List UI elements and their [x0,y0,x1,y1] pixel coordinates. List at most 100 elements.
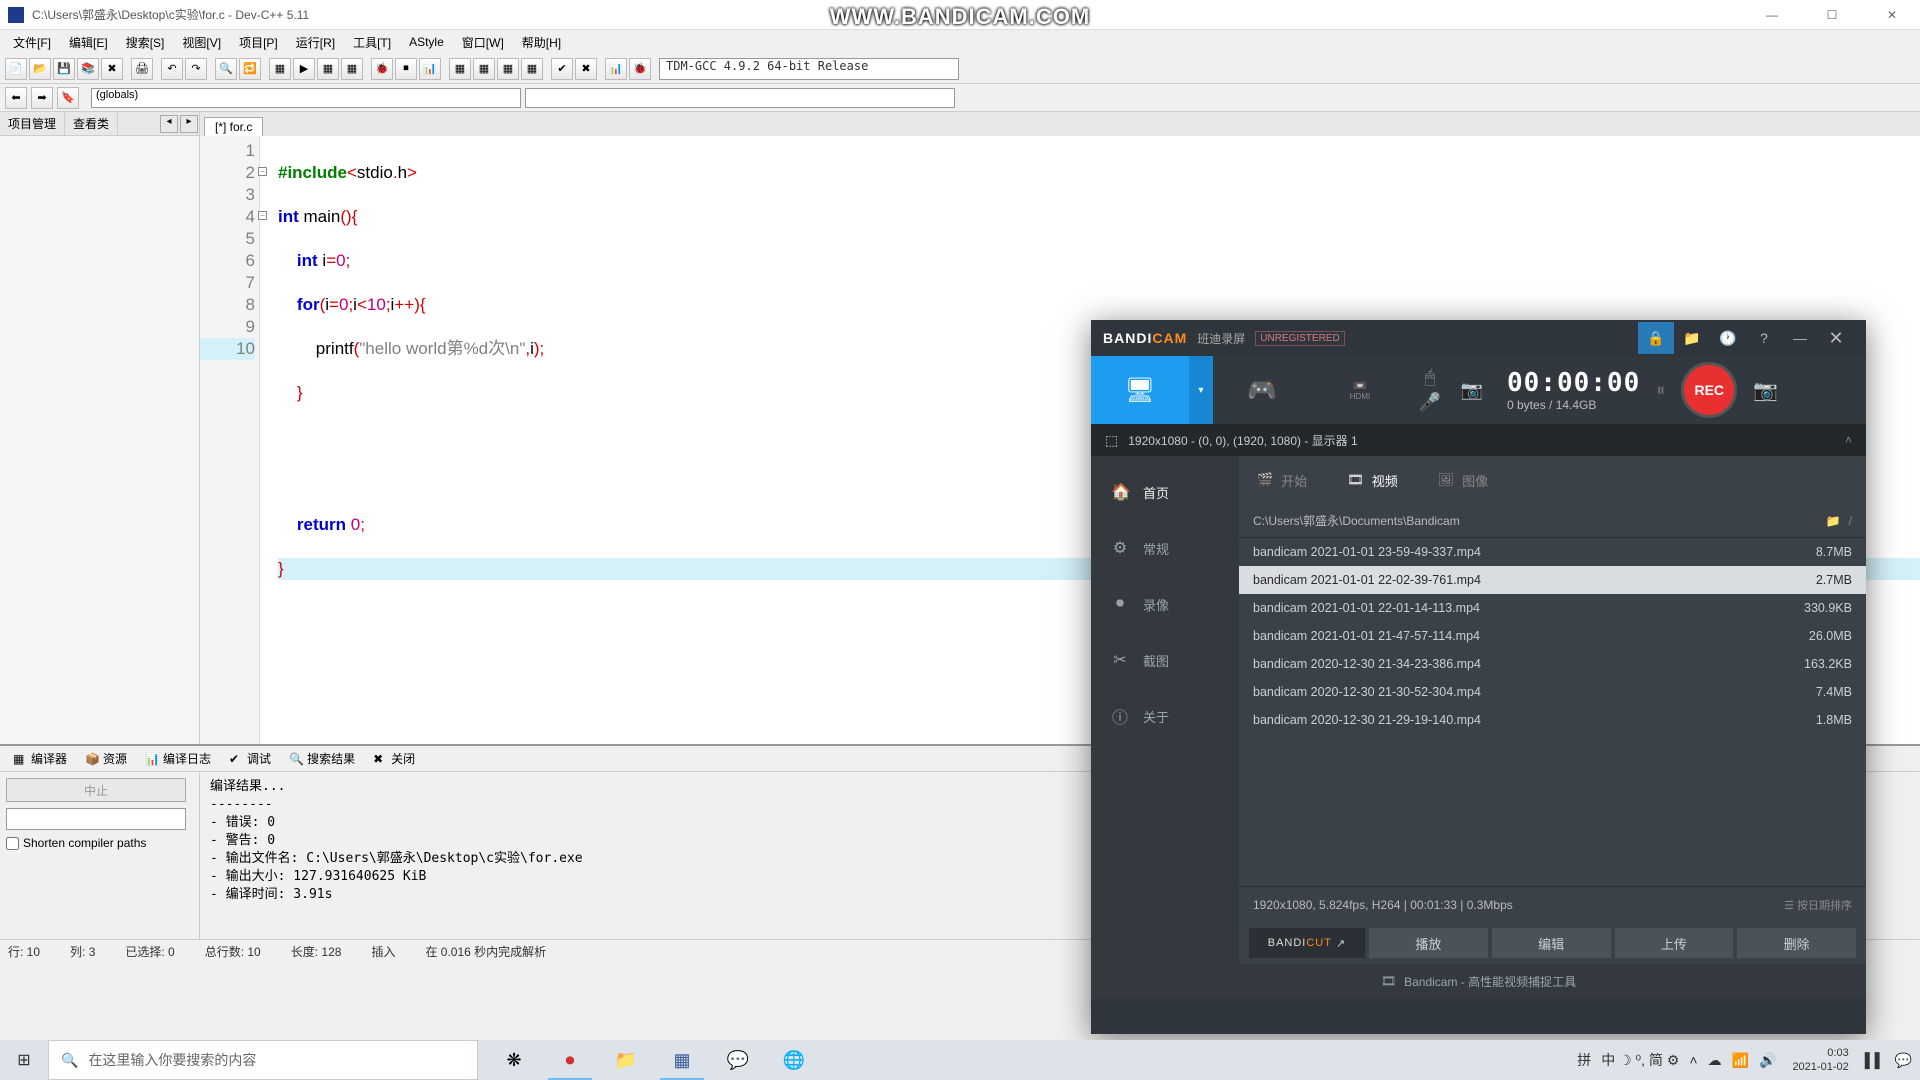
pause-button[interactable]: ⏸ [1656,380,1665,401]
menu-astyle[interactable]: AStyle [401,33,452,51]
bookmark-button[interactable]: 🔖 [57,87,79,109]
topnav-start[interactable]: 🎬开始 [1257,471,1307,490]
tray-ime[interactable]: 中 ☽ ⁰, 简 ⚙ [1601,1050,1679,1070]
task-app1[interactable]: ❋ [486,1040,542,1080]
stop-button[interactable]: ⏹ [395,58,417,80]
mode-screen-button[interactable]: 🖥 [1091,356,1189,424]
bc-close-button[interactable]: ✕ [1818,322,1854,354]
find-button[interactable]: 🔍 [215,58,237,80]
tab-resources[interactable]: 📦资源 [77,748,135,769]
print-button[interactable]: 🖨 [131,58,153,80]
menu-project[interactable]: 项目[P] [231,32,286,53]
topnav-video[interactable]: 🎞视频 [1347,471,1398,490]
compile-run-button[interactable]: ▦ [317,58,339,80]
compile-button[interactable]: ▦ [269,58,291,80]
x-button[interactable]: ✖ [575,58,597,80]
minimize-button[interactable]: — [1752,8,1792,22]
bug-button[interactable]: 🐞 [629,58,651,80]
bc-minimize-button[interactable]: — [1782,322,1818,354]
onedrive-icon[interactable]: ☁ [1708,1052,1722,1069]
nav-back-button[interactable]: ⬅ [5,87,27,109]
menu-run[interactable]: 运行[R] [288,32,343,53]
bandicam-window[interactable]: BANDICAM 班迪录屏 UNREGISTERED 🔒 📁 🕐 ? — ✕ 🖥… [1091,320,1866,1034]
saveall-button[interactable]: 📚 [77,58,99,80]
tab-close[interactable]: ✖关闭 [365,748,423,769]
record-button[interactable]: REC [1681,362,1737,418]
btn3[interactable]: ▦ [497,58,519,80]
sidebar-item-video[interactable]: ⏺录像 [1091,576,1239,632]
fold-icon[interactable]: − [258,211,267,220]
new-button[interactable]: 📄 [5,58,27,80]
file-row[interactable]: bandicam 2020-12-30 21-34-23-386.mp4163.… [1239,650,1866,678]
tab-debug[interactable]: ✔调试 [221,748,279,769]
tab-search-results[interactable]: 🔍搜索结果 [281,748,363,769]
search-box[interactable]: 🔍 在这里输入你要搜索的内容 [48,1040,478,1080]
tray-pinyin-icon[interactable]: 拼 [1577,1050,1591,1070]
start-button[interactable]: ⊞ [0,1040,48,1080]
nav-left-button[interactable]: ◂ [160,115,178,133]
notifications-icon[interactable]: 💬 [1895,1052,1912,1069]
replace-button[interactable]: 🔁 [239,58,261,80]
tab-compile-log[interactable]: 📊编译日志 [137,748,219,769]
fold-icon[interactable]: − [258,167,267,176]
tray-clock[interactable]: 0:03 2021-01-02 [1786,1046,1854,1074]
globals-combo[interactable]: (globals) [91,88,521,108]
wifi-icon[interactable]: 📶 [1732,1052,1749,1069]
help-icon[interactable]: ? [1746,322,1782,354]
close-button[interactable]: ✕ [1872,8,1912,22]
check-button[interactable]: ✔ [551,58,573,80]
lock-icon[interactable]: 🔒 [1638,322,1674,354]
tab-classview[interactable]: 查看类 [65,112,118,135]
clock-icon[interactable]: 🕐 [1710,322,1746,354]
volume-icon[interactable]: 🔊 [1759,1052,1776,1069]
edit-button[interactable]: 编辑 [1492,928,1611,958]
bc-titlebar[interactable]: BANDICAM 班迪录屏 UNREGISTERED 🔒 📁 🕐 ? — ✕ [1091,320,1866,356]
task-explorer[interactable]: 📁 [598,1040,654,1080]
btn1[interactable]: ▦ [449,58,471,80]
nav-right-button[interactable]: ▸ [180,115,198,133]
menu-file[interactable]: 文件[F] [5,32,59,53]
mode-game-button[interactable]: 🎮 [1213,356,1311,424]
btn2[interactable]: ▦ [473,58,495,80]
tray-bar-icon[interactable]: ▌▌ [1865,1052,1885,1068]
file-row[interactable]: bandicam 2021-01-01 21-47-57-114.mp426.0… [1239,622,1866,650]
bandicut-button[interactable]: BANDICUT ↗ [1249,928,1365,958]
open-folder-icon[interactable]: 📁 [1826,514,1841,528]
abort-button[interactable]: 中止 [6,778,186,802]
tab-compiler[interactable]: ▦编译器 [5,748,75,769]
sidebar-item-general[interactable]: ⚙常规 [1091,520,1239,576]
mode-screen-dropdown[interactable]: ▾ [1189,356,1213,424]
tab-project[interactable]: 项目管理 [0,112,65,135]
topnav-image[interactable]: 🖼图像 [1438,471,1489,490]
task-wechat[interactable]: 💬 [710,1040,766,1080]
menu-search[interactable]: 搜索[S] [118,32,173,53]
chevron-up-icon[interactable]: ˄ [1845,433,1852,447]
open-button[interactable]: 📂 [29,58,51,80]
save-button[interactable]: 💾 [53,58,75,80]
rebuild-button[interactable]: ▦ [341,58,363,80]
redo-button[interactable]: ↷ [185,58,207,80]
members-combo[interactable] [525,88,955,108]
menu-tools[interactable]: 工具[T] [345,32,399,53]
task-devcpp[interactable]: ▦ [654,1040,710,1080]
shorten-checkbox[interactable] [6,837,19,850]
maximize-button[interactable]: ☐ [1812,8,1852,22]
btn4[interactable]: ▦ [521,58,543,80]
menu-help[interactable]: 帮助[H] [514,32,569,53]
screenshot-button[interactable]: 📷 [1753,378,1778,403]
menu-edit[interactable]: 编辑[E] [61,32,116,53]
bc-file-list[interactable]: bandicam 2021-01-01 23-59-49-337.mp48.7M… [1239,538,1866,886]
shorten-input[interactable] [6,808,186,830]
sidebar-item-about[interactable]: ⓘ关于 [1091,688,1239,744]
menu-window[interactable]: 窗口[W] [454,32,512,53]
bc-region-bar[interactable]: ⬚ 1920x1080 - (0, 0), (1920, 1080) - 显示器… [1091,424,1866,456]
profile-button[interactable]: 📊 [419,58,441,80]
task-browser[interactable]: 🌐 [766,1040,822,1080]
upload-button[interactable]: 上传 [1615,928,1734,958]
chart-button[interactable]: 📊 [605,58,627,80]
bc-path-bar[interactable]: C:\Users\郭盛永\Documents\Bandicam 📁/ [1239,504,1866,538]
delete-button[interactable]: 删除 [1737,928,1856,958]
menu-view[interactable]: 视图[V] [174,32,229,53]
sidebar-item-image[interactable]: ✂截图 [1091,632,1239,688]
mode-device-button[interactable]: 📼HDMI [1311,356,1409,424]
